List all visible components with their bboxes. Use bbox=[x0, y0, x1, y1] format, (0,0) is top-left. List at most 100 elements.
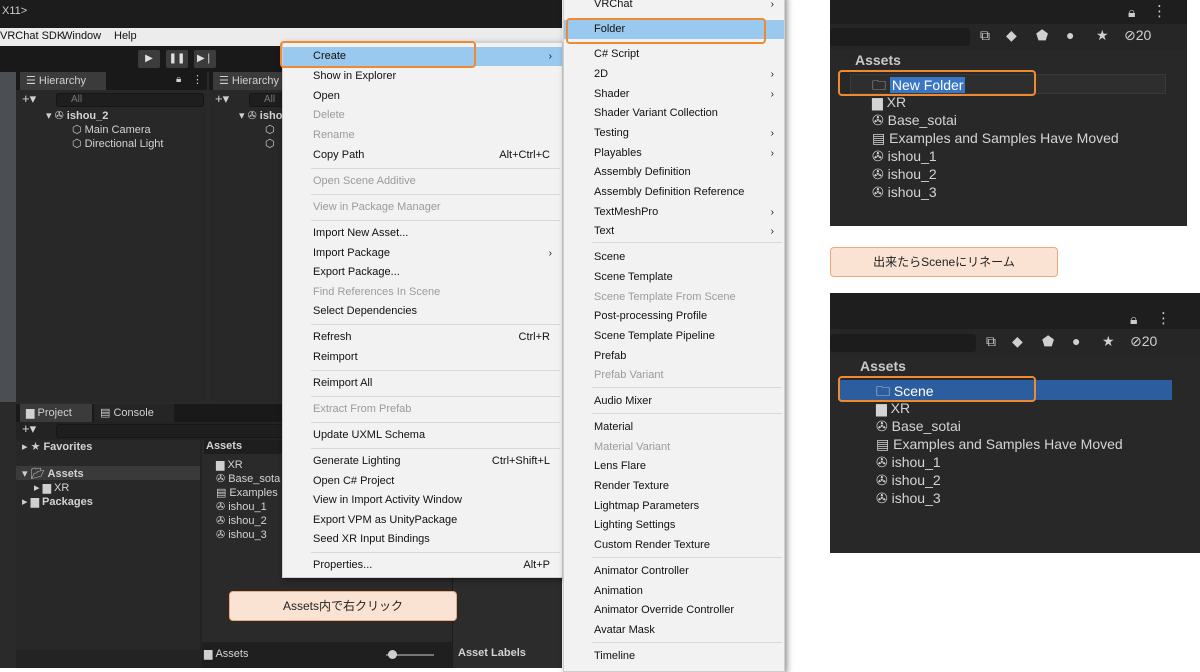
context-menu-item[interactable]: Seed XR Input Bindings bbox=[283, 530, 562, 549]
menu-help[interactable]: Help bbox=[114, 30, 137, 42]
create-menu-item[interactable]: TextMeshPro › bbox=[564, 203, 784, 222]
menu-window[interactable]: Window bbox=[62, 30, 101, 42]
asset-item[interactable]: ✇ ishou_3 bbox=[872, 184, 937, 201]
tree-item-directional-light[interactable]: ⬡ Directional Light bbox=[72, 137, 163, 150]
alert-icon[interactable]: ● bbox=[1072, 333, 1080, 349]
create-menu-item[interactable]: VRChat › bbox=[564, 0, 784, 14]
create-menu-item[interactable]: Text › bbox=[564, 222, 784, 241]
create-menu-item[interactable]: Lens Flare bbox=[564, 457, 784, 476]
filter-icon[interactable]: ◆ bbox=[1012, 333, 1023, 350]
tree-favorites[interactable]: ▸ ★ Favorites bbox=[22, 440, 92, 453]
create-menu-item[interactable]: Playables › bbox=[564, 144, 784, 163]
create-menu-item[interactable]: Material bbox=[564, 418, 784, 437]
asset-item[interactable]: ✇ ishou_2 bbox=[872, 166, 937, 183]
asset-item[interactable]: ✇ ishou_2 bbox=[876, 472, 941, 489]
create-menu-item[interactable]: Animator Controller bbox=[564, 562, 784, 581]
asset-item[interactable]: ▆ XR bbox=[876, 400, 910, 417]
context-menu-item[interactable]: Import Package › bbox=[283, 244, 562, 263]
context-menu-item[interactable]: Update UXML Schema bbox=[283, 426, 562, 445]
create-menu-item[interactable]: Audio Mixer bbox=[564, 392, 784, 411]
footer-path[interactable]: ▆ Assets bbox=[204, 647, 248, 660]
context-menu-item[interactable]: Refresh Ctrl+R bbox=[283, 328, 562, 347]
asset-item[interactable]: ✇ ishou_1 bbox=[876, 454, 941, 471]
context-menu-item[interactable]: Copy Path Alt+Ctrl+C bbox=[283, 146, 562, 165]
label-icon[interactable]: ⬟ bbox=[1036, 27, 1048, 44]
asset-item[interactable]: ✇ ishou_2 bbox=[216, 514, 267, 527]
create-menu-item[interactable]: Lighting Settings bbox=[564, 516, 784, 535]
create-menu-item[interactable]: 2D › bbox=[564, 65, 784, 84]
asset-item[interactable]: ▆ XR bbox=[216, 458, 243, 471]
star-icon[interactable]: ★ bbox=[1102, 333, 1115, 350]
tree-assets[interactable]: ▾ 📂︎ Assets bbox=[22, 467, 84, 480]
tab-console[interactable]: ▤ Console bbox=[94, 404, 174, 422]
alert-icon[interactable]: ● bbox=[1066, 27, 1074, 43]
add-button[interactable]: +▾ bbox=[22, 421, 36, 437]
context-menu-item[interactable]: Reimport All bbox=[283, 374, 562, 393]
label-icon[interactable]: ⬟ bbox=[1042, 333, 1054, 350]
create-menu-item[interactable]: Scene bbox=[564, 248, 784, 267]
search-by-type-icon[interactable]: ⧉ bbox=[986, 333, 996, 350]
scene-root[interactable]: ▾ ✇ ishou_2 bbox=[46, 109, 108, 122]
context-menu-item[interactable]: Select Dependencies bbox=[283, 302, 562, 321]
lock-icon[interactable]: 🔒︎ bbox=[176, 74, 181, 85]
tree-item-main-camera[interactable]: ⬡ Main Camera bbox=[72, 123, 151, 136]
context-menu-item[interactable]: Export Package... bbox=[283, 263, 562, 282]
asset-item[interactable]: ✇ ishou_3 bbox=[216, 528, 267, 541]
create-menu-item[interactable]: Avatar Mask bbox=[564, 621, 784, 640]
context-menu-item[interactable]: Show in Explorer bbox=[283, 67, 562, 86]
play-button[interactable]: ▶ bbox=[138, 50, 160, 68]
context-menu-item[interactable]: Export VPM as UnityPackage bbox=[283, 511, 562, 530]
lock-icon[interactable]: 🔒︎ bbox=[1130, 311, 1137, 328]
create-menu-item[interactable]: Testing › bbox=[564, 124, 784, 143]
zoom-search-input[interactable] bbox=[830, 28, 970, 46]
context-menu-item[interactable]: Open bbox=[283, 87, 562, 106]
tab-hierarchy[interactable]: ☰ Hierarchy bbox=[20, 72, 106, 90]
asset-item[interactable]: ▤ Examples bbox=[216, 486, 278, 499]
create-menu-item[interactable]: Render Texture bbox=[564, 477, 784, 496]
tab-hierarchy-2[interactable]: ☰ Hierarchy bbox=[213, 72, 293, 90]
more-icon[interactable]: ⋮ bbox=[192, 73, 203, 86]
create-menu-item[interactable]: Shader Variant Collection bbox=[564, 104, 784, 123]
asset-item[interactable]: ✇ ishou_1 bbox=[872, 148, 937, 165]
search-by-type-icon[interactable]: ⧉ bbox=[980, 27, 990, 44]
hidden-icon[interactable]: ⊘ 20 bbox=[1130, 333, 1157, 350]
context-menu-item[interactable]: Properties... Alt+P bbox=[283, 556, 562, 575]
tree-packages[interactable]: ▸ ▆ Packages bbox=[22, 495, 93, 508]
create-menu-item[interactable]: Prefab bbox=[564, 347, 784, 366]
menu-vrchat-sdk[interactable]: VRChat SDK bbox=[0, 30, 64, 42]
create-menu-item[interactable]: Animator Override Controller bbox=[564, 601, 784, 620]
star-icon[interactable]: ★ bbox=[1096, 27, 1109, 44]
context-menu-item[interactable]: Import New Asset... bbox=[283, 224, 562, 243]
filter-icon[interactable]: ◆ bbox=[1006, 27, 1017, 44]
tab-project[interactable]: ▆ Project bbox=[20, 404, 92, 422]
create-menu-item[interactable]: Shader › bbox=[564, 85, 784, 104]
context-menu-item[interactable]: View in Import Activity Window bbox=[283, 491, 562, 510]
asset-item[interactable]: ✇ Base_sotai bbox=[876, 418, 961, 435]
asset-item[interactable]: ✇ Base_sota bbox=[216, 472, 280, 485]
context-menu-item[interactable]: Reimport bbox=[283, 348, 562, 367]
asset-item[interactable]: ✇ Base_sotai bbox=[872, 112, 957, 129]
create-menu-item[interactable]: C# Script bbox=[564, 45, 784, 64]
create-menu-item[interactable]: Assembly Definition bbox=[564, 163, 784, 182]
create-menu-item[interactable]: Custom Render Texture bbox=[564, 536, 784, 555]
lock-icon[interactable]: 🔒︎ bbox=[1128, 4, 1135, 21]
zoom-slider-handle[interactable] bbox=[388, 650, 397, 659]
create-menu-item[interactable]: Scene Template bbox=[564, 268, 784, 287]
create-menu-item[interactable]: Timeline bbox=[564, 647, 784, 666]
asset-item[interactable]: ✇ ishou_3 bbox=[876, 490, 941, 507]
create-menu-item[interactable]: Lightmap Parameters bbox=[564, 497, 784, 516]
create-menu-item[interactable]: Assembly Definition Reference bbox=[564, 183, 784, 202]
create-menu-item[interactable]: Scene Template Pipeline bbox=[564, 327, 784, 346]
more-icon[interactable]: ⋮ bbox=[1156, 309, 1171, 327]
add-button[interactable]: +▾ bbox=[215, 91, 229, 107]
zoom-search-input[interactable] bbox=[830, 334, 976, 352]
context-menu-item[interactable]: Generate Lighting Ctrl+Shift+L bbox=[283, 452, 562, 471]
hierarchy-search-input[interactable]: All bbox=[56, 93, 204, 107]
asset-item[interactable]: ▤ Examples and Samples Have Moved bbox=[876, 436, 1123, 453]
more-icon[interactable]: ⋮ bbox=[1152, 2, 1167, 20]
hidden-icon[interactable]: ⊘ 20 bbox=[1124, 27, 1151, 44]
create-menu-item[interactable]: Post-processing Profile bbox=[564, 307, 784, 326]
add-button[interactable]: +▾ bbox=[22, 91, 36, 107]
asset-item[interactable]: ▤ Examples and Samples Have Moved bbox=[872, 130, 1119, 147]
context-menu-item[interactable]: Open C# Project bbox=[283, 472, 562, 491]
